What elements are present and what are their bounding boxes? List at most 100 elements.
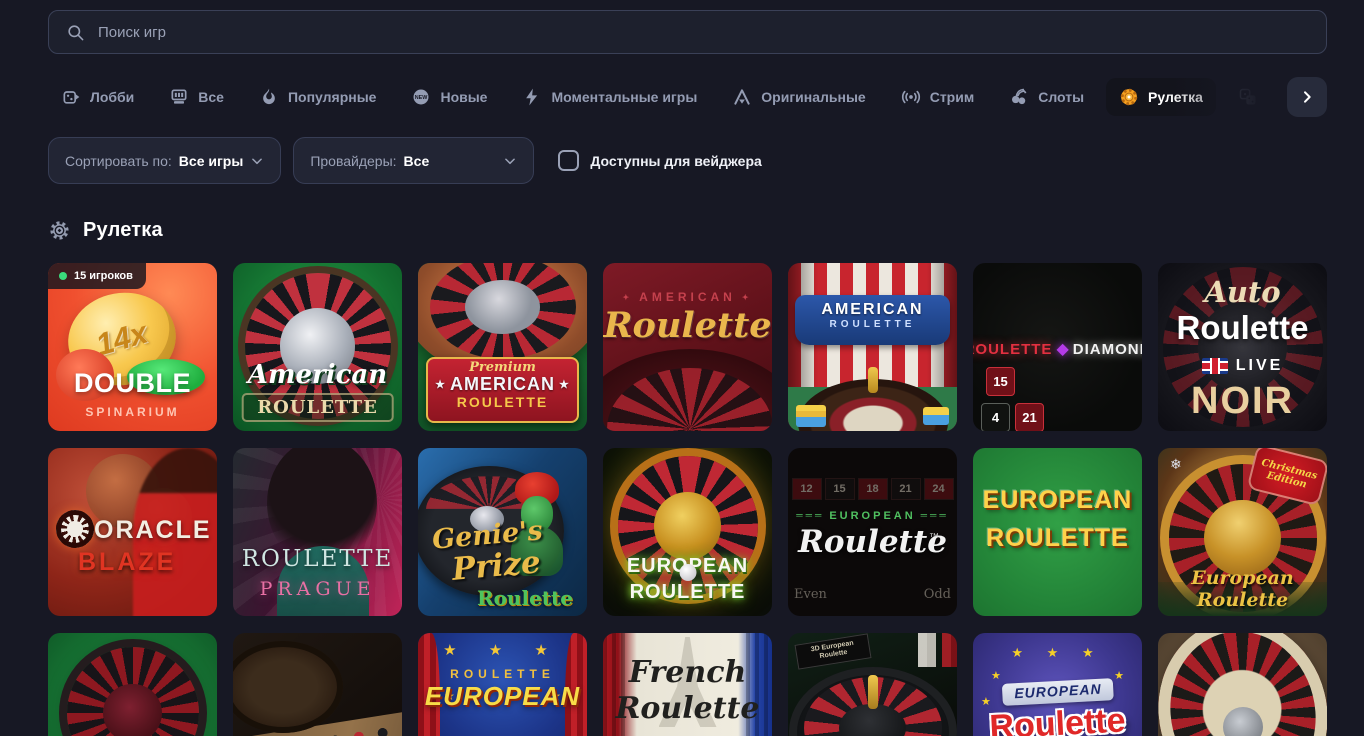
game-subtitle: PRAGUE: [233, 578, 402, 600]
game-subtitle: ROULETTE: [973, 524, 1142, 553]
game-tile-european-table[interactable]: European: [233, 633, 402, 736]
game-tile-absolute-live-roulette[interactable]: live absolute: [1158, 633, 1327, 736]
tabs-scroll-right-button[interactable]: [1287, 77, 1327, 117]
tab-lobby[interactable]: Лобби: [48, 78, 147, 116]
game-title: French: [603, 655, 772, 690]
game-tile-3d-european-roulette[interactable]: 3D European Roulette 3D ★ ★: [788, 633, 957, 736]
tab-new[interactable]: NEW Новые: [398, 78, 500, 116]
chips-graphic: [796, 405, 826, 427]
tab-label: Все: [198, 89, 224, 105]
game-title: ROULETTE: [973, 341, 1052, 358]
chips-graphic: [923, 407, 949, 425]
tab-instant-games[interactable]: Моментальные игры: [509, 78, 710, 116]
game-tile-american-roulette[interactable]: American ROULETTE: [233, 263, 402, 431]
provider-value: Все: [404, 153, 430, 169]
game-tile-genies-prize-roulette[interactable]: Genie's Prize Roulette: [418, 448, 587, 616]
bet-number-cell: 18: [858, 478, 888, 500]
stars-decoration: ★ ★ ★: [418, 641, 587, 659]
tab-roulette[interactable]: Рулетка: [1106, 78, 1216, 116]
roulette-wheel-graphic: [67, 647, 199, 736]
roulette-wheel-graphic: [233, 641, 343, 733]
game-tag: Premium: [428, 360, 577, 375]
game-tile-auto-roulette-live-noir[interactable]: Auto Roulette LIVE NOIR: [1158, 263, 1327, 431]
svg-text:NEW: NEW: [415, 95, 429, 101]
roulette-chip-icon: [1119, 87, 1139, 107]
snowflake-icon: ❄: [1170, 456, 1182, 473]
game-tag: ROULETTE: [418, 667, 587, 681]
uk-flag-icon: [1202, 358, 1228, 374]
game-tile-roulette-european-blue[interactable]: ★ ★ ★ ★ ★ ROULETTE EUROPEAN: [418, 633, 587, 736]
tab-originals[interactable]: Оригинальные: [719, 78, 878, 116]
bet-label-cell: Odd: [924, 587, 951, 602]
betting-table-labels: Even Odd: [788, 587, 957, 602]
game-tile-oracle-blaze[interactable]: ORACLE BLAZE: [48, 448, 217, 616]
roulette-wheel-letter-graphic: [56, 510, 94, 548]
provider-label: Провайдеры:: [310, 153, 396, 169]
stars-decoration: ★ ★ ★: [973, 645, 1142, 661]
game-tag-plate: EUROPEAN: [1001, 678, 1113, 706]
game-tile-american-roulette-circus[interactable]: AMERICAN ROULETTE: [788, 263, 957, 431]
tab-label: Слоты: [1038, 89, 1084, 105]
dice-icon: [1238, 87, 1258, 107]
chevron-right-icon: [1299, 89, 1315, 105]
star-icon: ★: [991, 669, 1001, 682]
tab-slots[interactable]: Слоты: [996, 78, 1097, 116]
tab-popular[interactable]: Популярные: [246, 78, 389, 116]
game-title: Prize: [451, 544, 543, 588]
star-icon: ★: [1114, 669, 1124, 682]
tab-label: Лобби: [90, 89, 134, 105]
tab-label: Рулетка: [1148, 89, 1203, 105]
flame-icon: [259, 87, 279, 107]
game-title: 3D: [788, 729, 957, 736]
wager-checkbox-row[interactable]: Доступны для вейджера: [558, 150, 761, 171]
game-label-plate: 3D European Roulette: [795, 633, 872, 669]
provider-dropdown[interactable]: Провайдеры: Все: [293, 137, 534, 184]
game-title: EUROPEAN: [418, 681, 587, 712]
game-tile-european-roulette-glow[interactable]: EUROPEAN ROULETTE: [603, 448, 772, 616]
search-bar[interactable]: [48, 10, 1327, 54]
game-subtitle: ROULETTE: [428, 394, 577, 410]
game-tile-european-roulette-gold[interactable]: EUROPEAN ROULETTE: [973, 448, 1142, 616]
sort-dropdown[interactable]: Сортировать по: Все игры: [48, 137, 281, 184]
game-tag: EUROPEAN: [1013, 681, 1101, 702]
live-label: LIVE: [1236, 357, 1284, 375]
game-tile-american-roulette-classic[interactable]: AMERICAN Roulette: [603, 263, 772, 431]
wheel-spinner-graphic: [868, 675, 878, 709]
game-tile-premium-american-roulette[interactable]: Premium AMERICAN ROULETTE: [418, 263, 587, 431]
tab-stream[interactable]: Стрим: [888, 78, 987, 116]
live-row: LIVE: [1158, 357, 1327, 375]
game-tile-roulette-wheel-green[interactable]: [48, 633, 217, 736]
game-title: EUROPEAN: [973, 486, 1142, 515]
wager-checkbox-label: Доступны для вейджера: [590, 153, 761, 169]
game-tile-european-roulette-netent[interactable]: 12 15 18 21 24 EUROPEAN Roulette ™ Even …: [788, 448, 957, 616]
diamond-icon: ◆: [1056, 339, 1068, 359]
tab-all[interactable]: Все: [156, 78, 237, 116]
category-tabs: Лобби Все Популярные NEW Новые: [48, 77, 1327, 117]
bet-number-cell: 4: [981, 403, 1010, 431]
game-tile-roulette-diamond[interactable]: ROULETTE ◆ DIAMOND 15 4 21: [973, 263, 1142, 431]
bet-number-cell: 15: [986, 367, 1015, 396]
game-tile-french-roulette[interactable]: French Roulette: [603, 633, 772, 736]
bet-number-cell: 21: [891, 478, 921, 500]
game-title: European Roulette: [1158, 567, 1327, 611]
game-title: DOUBLE: [48, 368, 217, 399]
game-tile-double-spinarium[interactable]: 15 игроков 14x DOUBLE SPINARIUM: [48, 263, 217, 431]
tabs-list: Лобби Все Популярные NEW Новые: [48, 78, 1321, 116]
game-title: Roulette: [603, 305, 772, 346]
game-tile-european-roulette-christmas[interactable]: ❄ ❄ Christmas Edition European Roulette: [1158, 448, 1327, 616]
game-tag: Auto: [1158, 275, 1327, 309]
game-title: Roulette: [973, 701, 1142, 736]
wager-checkbox[interactable]: [558, 150, 579, 171]
game-tile-roulette-prague[interactable]: ROULETTE PRAGUE: [233, 448, 402, 616]
game-tag: AMERICAN: [603, 290, 772, 304]
tab-label: Моментальные игры: [551, 89, 697, 105]
game-subtitle: ROULETTE: [603, 581, 772, 604]
chips-graphic: [918, 633, 957, 667]
sort-value: Все игры: [179, 153, 244, 169]
section-title: Рулетка: [83, 219, 163, 242]
game-subtitle: BLAZE: [78, 548, 176, 577]
search-input[interactable]: [98, 24, 1309, 41]
game-tile-european-roulette-purple[interactable]: ★ ★ ★ ★ ★ ★ EUROPEAN Roulette: [973, 633, 1142, 736]
chevron-down-icon: [503, 154, 517, 168]
star-icon: ★: [981, 695, 991, 708]
